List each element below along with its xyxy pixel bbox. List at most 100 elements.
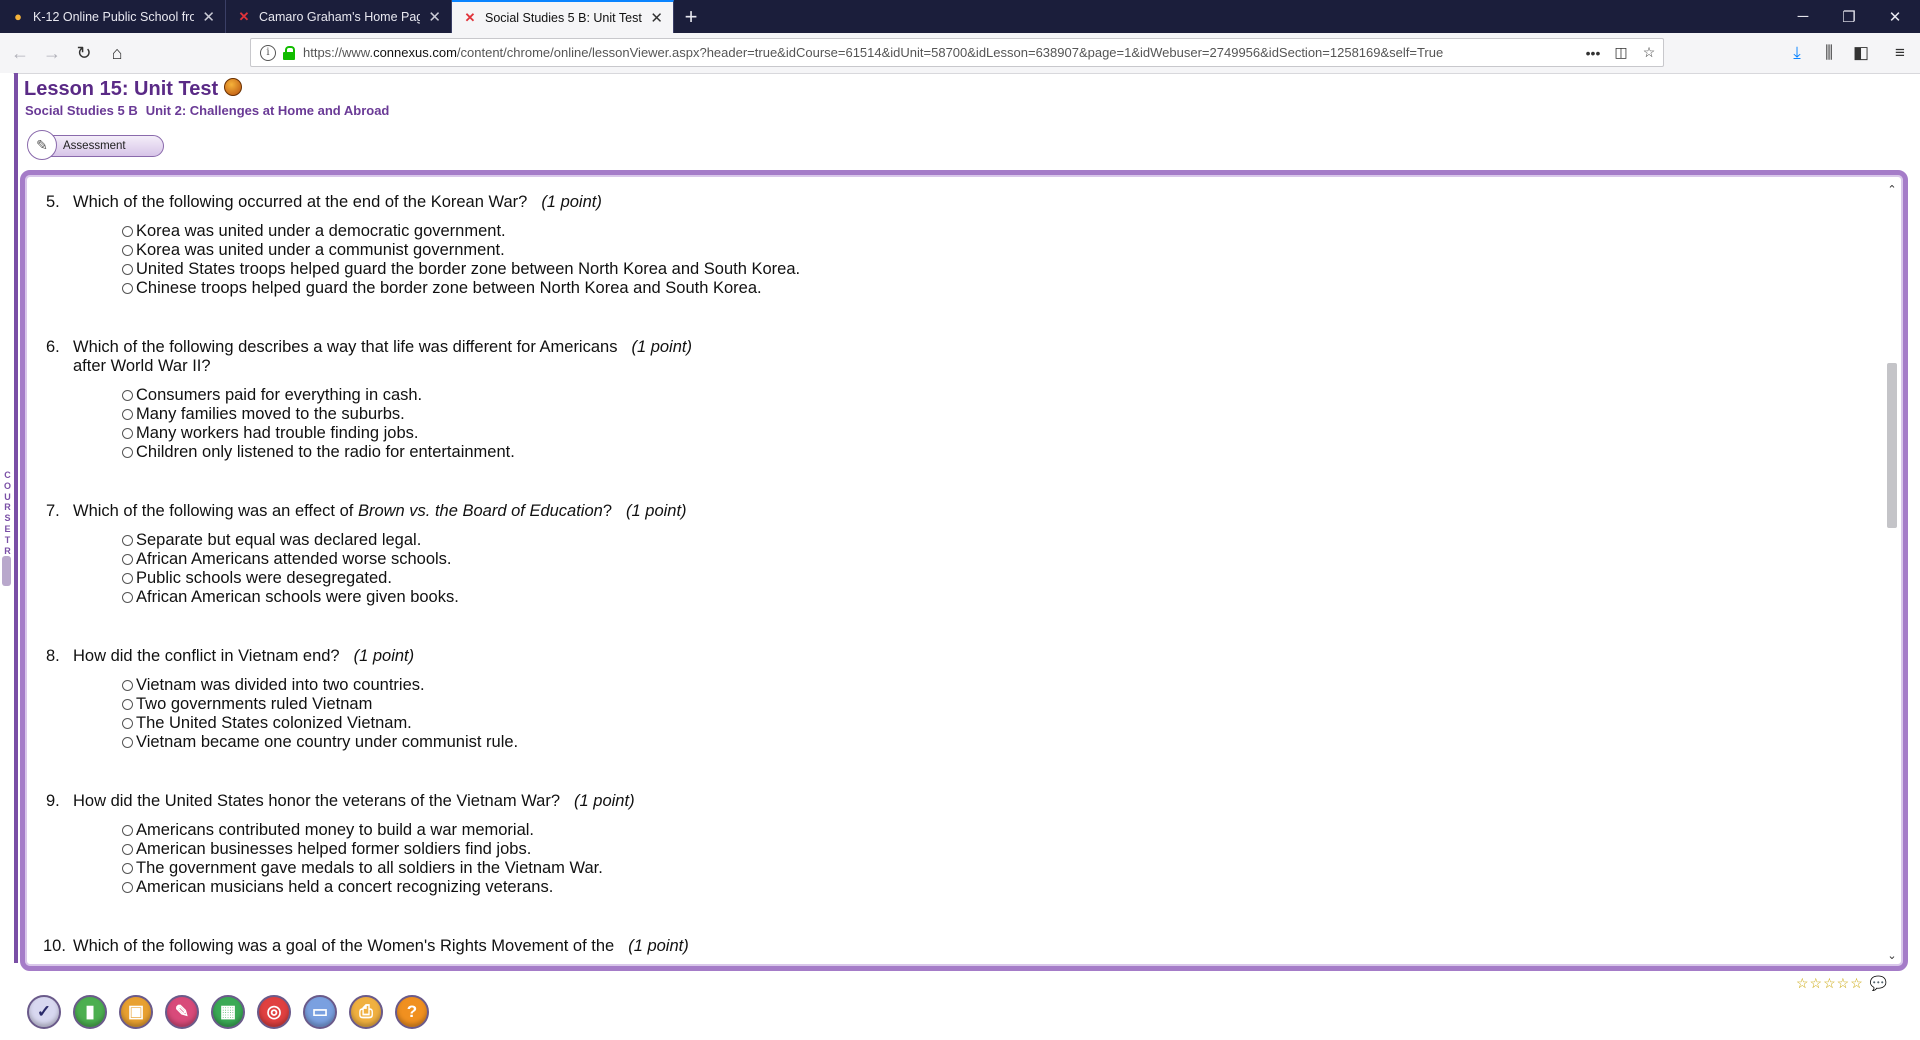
radio-button[interactable] bbox=[122, 283, 133, 294]
answer-option[interactable]: African American schools were given book… bbox=[122, 588, 1046, 607]
tab-unit-test[interactable]: ✕ Social Studies 5 B: Unit Test - P ✕ bbox=[452, 0, 674, 33]
answer-option[interactable]: American businesses helped former soldie… bbox=[122, 840, 1046, 859]
target-icon[interactable]: ◎ bbox=[257, 995, 291, 1029]
globe-icon[interactable] bbox=[224, 77, 243, 96]
radio-button[interactable] bbox=[122, 573, 133, 584]
radio-button[interactable] bbox=[122, 882, 133, 893]
reload-button[interactable]: ↻ bbox=[70, 39, 98, 67]
new-tab-button[interactable]: + bbox=[676, 0, 706, 33]
radio-button[interactable] bbox=[122, 737, 133, 748]
answer-option[interactable]: Many families moved to the suburbs. bbox=[122, 405, 1046, 424]
pocket-icon[interactable]: ◫ bbox=[1607, 44, 1635, 61]
question-text: Which of the following was an effect of bbox=[73, 502, 358, 520]
radio-button[interactable] bbox=[122, 390, 133, 401]
restore-button[interactable]: ❐ bbox=[1826, 0, 1872, 33]
menu-icon[interactable]: ≡ bbox=[1886, 39, 1914, 67]
info-icon[interactable]: i bbox=[260, 44, 276, 61]
url-text[interactable]: https://www.connexus.com/content/chrome/… bbox=[303, 45, 1579, 60]
assessment-badge[interactable]: ✎ Assessment bbox=[27, 130, 164, 160]
answer-option[interactable]: American musicians held a concert recogn… bbox=[122, 878, 1046, 897]
k12-favicon-icon: ● bbox=[14, 9, 22, 24]
option-text: The government gave medals to all soldie… bbox=[136, 859, 603, 877]
answer-option[interactable]: Separate but equal was declared legal. bbox=[122, 531, 1046, 550]
connexus-favicon-icon: ✕ bbox=[238, 8, 250, 24]
answer-option[interactable]: Vietnam became one country under communi… bbox=[122, 733, 1046, 752]
lock-icon[interactable] bbox=[283, 45, 295, 60]
back-button[interactable]: ← bbox=[6, 39, 34, 67]
radio-button[interactable] bbox=[122, 535, 133, 546]
close-window-button[interactable]: ✕ bbox=[1872, 0, 1918, 33]
scroll-up-icon[interactable]: ⌃ bbox=[1885, 183, 1899, 197]
planner-icon[interactable]: ▦ bbox=[211, 995, 245, 1029]
question-stem: Which of the following was a goal of the… bbox=[73, 937, 1046, 956]
close-tab-icon[interactable]: ✕ bbox=[428, 8, 441, 26]
radio-button[interactable] bbox=[122, 245, 133, 256]
radio-button[interactable] bbox=[122, 844, 133, 855]
tab-k12[interactable]: ● K-12 Online Public School from ✕ bbox=[0, 0, 226, 33]
radio-button[interactable] bbox=[122, 264, 133, 275]
radio-button[interactable] bbox=[122, 409, 133, 420]
answer-option[interactable]: Korea was united under a democratic gove… bbox=[122, 222, 1046, 241]
question-points: (1 point) bbox=[353, 647, 415, 665]
answer-option[interactable]: Public schools were desegregated. bbox=[122, 569, 1046, 588]
comment-icon[interactable]: 💬 bbox=[1870, 975, 1888, 992]
address-bar[interactable]: i https://www.connexus.com/content/chrom… bbox=[250, 38, 1664, 67]
library-icon[interactable]: ⫼ bbox=[1815, 39, 1843, 67]
help-icon[interactable]: ? bbox=[395, 995, 429, 1029]
radio-button[interactable] bbox=[122, 592, 133, 603]
close-tab-icon[interactable]: ✕ bbox=[650, 9, 663, 27]
home-button[interactable]: ⌂ bbox=[103, 39, 131, 67]
monitor-icon[interactable]: ▭ bbox=[303, 995, 337, 1029]
question-6: 6. Which of the following describes a wa… bbox=[46, 338, 1046, 462]
pin-icon[interactable]: ✎ bbox=[165, 995, 199, 1029]
answer-option[interactable]: United States troops helped guard the bo… bbox=[122, 260, 1046, 279]
answer-option[interactable]: Americans contributed money to build a w… bbox=[122, 821, 1046, 840]
option-text: Korea was united under a democratic gove… bbox=[136, 222, 506, 240]
gradebook-icon[interactable]: ▣ bbox=[119, 995, 153, 1029]
answer-option[interactable]: Children only listened to the radio for … bbox=[122, 443, 1046, 462]
answer-option[interactable]: Vietnam was divided into two countries. bbox=[122, 676, 1046, 695]
bookmark-star-icon[interactable]: ☆ bbox=[1635, 44, 1663, 61]
option-text: American businesses helped former soldie… bbox=[136, 840, 532, 858]
answer-options: Americans contributed money to build a w… bbox=[122, 821, 1046, 897]
option-text: Public schools were desegregated. bbox=[136, 569, 392, 587]
forward-button[interactable]: → bbox=[38, 39, 66, 67]
answer-option[interactable]: The government gave medals to all soldie… bbox=[122, 859, 1046, 878]
questions-scroll-area[interactable]: 5. Which of the following occurred at th… bbox=[31, 183, 1887, 963]
radio-button[interactable] bbox=[122, 699, 133, 710]
radio-button[interactable] bbox=[122, 680, 133, 691]
rating-stars-icon[interactable]: ☆☆☆☆☆ bbox=[1796, 975, 1864, 992]
course-tree-handle[interactable] bbox=[2, 556, 11, 586]
option-text: Separate but equal was declared legal. bbox=[136, 531, 422, 549]
tab-title: Social Studies 5 B: Unit Test - P bbox=[485, 10, 642, 25]
close-tab-icon[interactable]: ✕ bbox=[202, 8, 215, 26]
radio-button[interactable] bbox=[122, 718, 133, 729]
sidebar-toggle-icon[interactable]: ◧ bbox=[1847, 39, 1875, 67]
answer-option[interactable]: African Americans attended worse schools… bbox=[122, 550, 1046, 569]
option-text: Many workers had trouble finding jobs. bbox=[136, 424, 419, 442]
radio-button[interactable] bbox=[122, 226, 133, 237]
page-actions-icon[interactable]: ••• bbox=[1579, 45, 1607, 61]
book-icon[interactable]: ▮ bbox=[73, 995, 107, 1029]
vertical-scrollbar[interactable]: ⌃ ⌄ bbox=[1885, 183, 1899, 963]
scroll-down-icon[interactable]: ⌄ bbox=[1885, 949, 1899, 963]
minimize-button[interactable]: ─ bbox=[1780, 0, 1826, 33]
rating-widget[interactable]: ☆☆☆☆☆ 💬 bbox=[1796, 975, 1888, 991]
radio-button[interactable] bbox=[122, 447, 133, 458]
answer-option[interactable]: Many workers had trouble finding jobs. bbox=[122, 424, 1046, 443]
answer-option[interactable]: Chinese troops helped guard the border z… bbox=[122, 279, 1046, 298]
answer-option[interactable]: The United States colonized Vietnam. bbox=[122, 714, 1046, 733]
radio-button[interactable] bbox=[122, 554, 133, 565]
scrollbar-thumb[interactable] bbox=[1887, 363, 1897, 528]
option-text: Korea was united under a communist gover… bbox=[136, 241, 505, 259]
answer-option[interactable]: Korea was united under a communist gover… bbox=[122, 241, 1046, 260]
checkmark-icon[interactable]: ✓ bbox=[27, 995, 61, 1029]
downloads-icon[interactable]: ⤓ bbox=[1783, 39, 1811, 67]
print-icon[interactable]: ⎙ bbox=[349, 995, 383, 1029]
radio-button[interactable] bbox=[122, 428, 133, 439]
answer-option[interactable]: Two governments ruled Vietnam bbox=[122, 695, 1046, 714]
answer-option[interactable]: Consumers paid for everything in cash. bbox=[122, 386, 1046, 405]
radio-button[interactable] bbox=[122, 863, 133, 874]
tab-home-page[interactable]: ✕ Camaro Graham's Home Page ✕ bbox=[226, 0, 452, 33]
radio-button[interactable] bbox=[122, 825, 133, 836]
